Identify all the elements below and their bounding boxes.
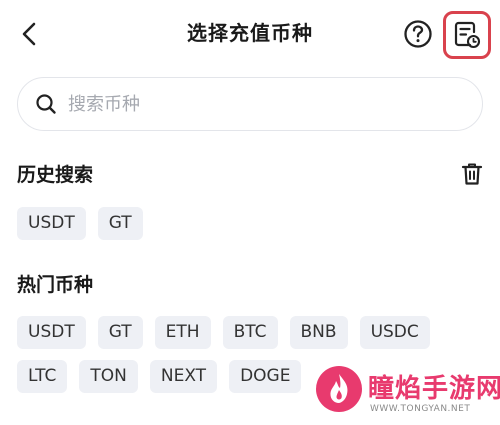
watermark: 瞳焰手游网 WWW.TONGYAN.NET <box>314 358 500 425</box>
history-chip[interactable]: USDT <box>17 207 86 240</box>
hot-chip-list-row-1: USDT GT ETH BTC BNB USDC <box>17 316 430 349</box>
record-clock-icon <box>454 21 481 49</box>
watermark-name: 瞳焰手游网 <box>368 374 500 404</box>
hot-chip[interactable]: TON <box>79 360 138 393</box>
hot-section-title: 热门币种 <box>17 274 94 296</box>
history-chip-list: USDT GT <box>17 207 143 240</box>
flame-logo-icon <box>316 366 362 412</box>
search-icon <box>34 92 58 116</box>
hot-chip[interactable]: NEXT <box>149 360 218 393</box>
hot-chip[interactable]: USDT <box>17 316 86 349</box>
hot-chip[interactable]: ETH <box>154 316 211 349</box>
history-chip[interactable]: GT <box>97 207 143 240</box>
trash-icon <box>461 163 483 185</box>
header: 选择充值币种 <box>0 0 500 66</box>
hot-chip[interactable]: USDC <box>359 316 430 349</box>
hot-chip[interactable]: BNB <box>289 316 348 349</box>
hot-chip[interactable]: DOGE <box>229 360 302 393</box>
hot-chip[interactable]: LTC <box>17 360 68 393</box>
watermark-url: WWW.TONGYAN.NET <box>370 404 471 414</box>
history-section-title: 历史搜索 <box>17 164 94 186</box>
clear-history-button[interactable] <box>459 161 485 187</box>
hot-chip[interactable]: GT <box>97 316 143 349</box>
help-button[interactable] <box>402 18 434 50</box>
search-bar[interactable] <box>17 77 483 131</box>
deposit-history-button[interactable] <box>443 11 491 59</box>
question-circle-icon <box>404 20 432 48</box>
hot-chip[interactable]: BTC <box>222 316 278 349</box>
search-input[interactable] <box>68 93 448 115</box>
hot-chip-list-row-2: LTC TON NEXT DOGE <box>17 360 302 393</box>
